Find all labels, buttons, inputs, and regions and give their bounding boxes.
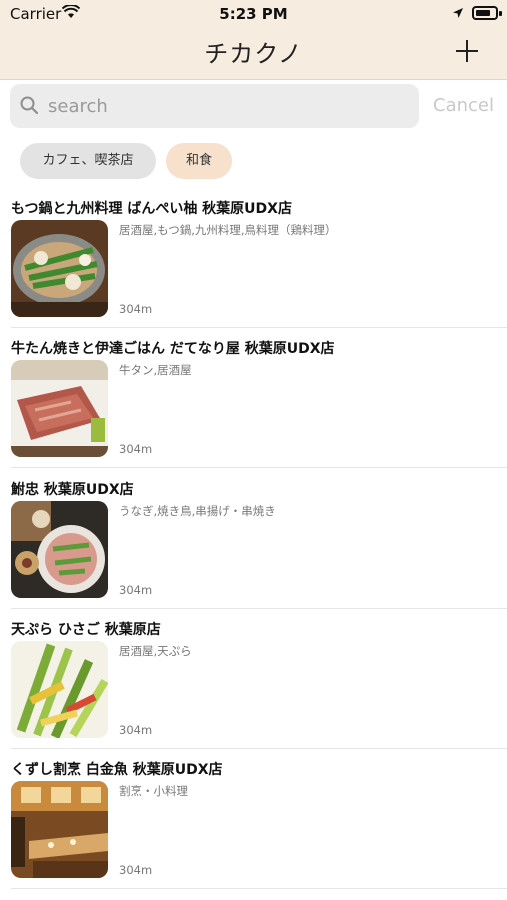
clock: 5:23 PM [219, 5, 288, 23]
restaurant-genre: 居酒屋,もつ鍋,九州料理,鳥料理（鶏料理） [119, 223, 337, 237]
restaurant-row[interactable]: 天ぷら ひさご 秋葉原店 居酒屋,天ぷら 304m [0, 619, 507, 760]
restaurant-photo [11, 220, 108, 317]
restaurant-name: 鮒忠 秋葉原UDX店 [11, 482, 134, 498]
search-bar [10, 84, 419, 128]
add-button[interactable] [452, 36, 482, 66]
row-divider [11, 888, 507, 889]
restaurant-distance: 304m [119, 723, 153, 737]
restaurant-name: くずし割烹 白金魚 秋葉原UDX店 [11, 762, 223, 778]
search-icon [20, 96, 38, 114]
restaurant-photo [11, 781, 108, 878]
location-arrow-icon [453, 8, 463, 18]
row-divider [11, 467, 507, 468]
restaurant-row[interactable]: 牛たん焼きと伊達ごはん だてなり屋 秋葉原UDX店 牛タン,居酒屋 304m [0, 338, 507, 479]
restaurant-genre: 牛タン,居酒屋 [119, 363, 192, 377]
restaurant-row[interactable]: 鮒忠 秋葉原UDX店 うなぎ,焼き鳥,串揚げ・串焼き 304m [0, 479, 507, 620]
row-divider [11, 327, 507, 328]
battery-icon [472, 6, 502, 20]
restaurant-distance: 304m [119, 442, 153, 456]
restaurant-genre: うなぎ,焼き鳥,串揚げ・串焼き [119, 504, 276, 518]
chip-cafe[interactable]: カフェ、喫茶店 [20, 143, 156, 179]
page-title: チカクノ [204, 40, 303, 68]
row-divider [11, 608, 507, 609]
restaurant-photo [11, 641, 108, 738]
restaurant-genre: 居酒屋,天ぷら [119, 644, 192, 658]
restaurant-genre: 割烹・小料理 [119, 784, 188, 798]
status-bar: Carrier 5:23 PM [0, 0, 507, 28]
navigation-bar: Carrier 5:23 PM チカクノ [0, 0, 507, 80]
cancel-button[interactable]: Cancel [433, 95, 494, 116]
restaurant-name: もつ鍋と九州料理 ばんぺい柚 秋葉原UDX店 [11, 201, 292, 217]
restaurant-distance: 304m [119, 302, 153, 316]
chip-washoku[interactable]: 和食 [166, 143, 232, 179]
restaurant-photo [11, 360, 108, 457]
search-input[interactable] [48, 93, 408, 119]
restaurant-name: 天ぷら ひさご 秋葉原店 [11, 622, 161, 638]
restaurant-row[interactable]: もつ鍋と九州料理 ばんぺい柚 秋葉原UDX店 居酒屋,もつ鍋,九州料理,鳥料理（… [0, 198, 507, 339]
restaurant-photo [11, 501, 108, 598]
row-divider [11, 748, 507, 749]
restaurant-row[interactable]: くずし割烹 白金魚 秋葉原UDX店 割烹・小料理 304m [0, 759, 507, 900]
restaurant-distance: 304m [119, 863, 153, 877]
restaurant-name: 牛たん焼きと伊達ごはん だてなり屋 秋葉原UDX店 [11, 341, 335, 357]
restaurant-distance: 304m [119, 583, 153, 597]
